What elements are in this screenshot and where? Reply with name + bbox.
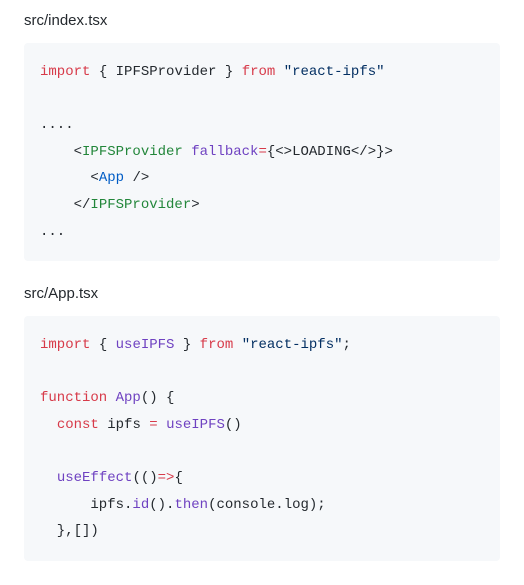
token-plain: .... <box>40 117 74 133</box>
token-plain: > <box>191 197 199 213</box>
token-str: "react-ipfs" <box>242 337 343 353</box>
token-plain <box>40 197 74 213</box>
token-plain: } <box>216 64 241 80</box>
token-kw: function <box>40 390 107 406</box>
token-var: App <box>99 170 124 186</box>
file-heading: src/App.tsx <box>24 285 500 302</box>
code-line: import { useIPFS } from "react-ipfs"; <box>40 337 351 353</box>
token-type: useEffect <box>57 470 133 486</box>
token-plain: () { <box>141 390 175 406</box>
token-plain: < <box>90 170 98 186</box>
code-line: <IPFSProvider fallback={<>LOADING</>}> <box>40 144 393 160</box>
token-plain: <> <box>275 144 292 160</box>
token-plain: (console. <box>208 497 284 513</box>
code-line: function App() { <box>40 390 174 406</box>
token-plain: },[]) <box>40 523 99 539</box>
token-plain <box>99 417 107 433</box>
token-kw: => <box>158 470 175 486</box>
code-line: import { IPFSProvider } from "react-ipfs… <box>40 64 385 80</box>
token-plain <box>233 337 241 353</box>
token-kw: from <box>242 64 276 80</box>
token-attr: fallback <box>191 144 258 160</box>
token-plain <box>158 417 166 433</box>
token-type: useIPFS <box>166 417 225 433</box>
token-plain: ipfs. <box>40 497 132 513</box>
token-type: App <box>116 390 141 406</box>
token-plain <box>40 417 57 433</box>
token-type: id <box>132 497 149 513</box>
token-kw: = <box>149 417 157 433</box>
token-plain: { <box>90 337 115 353</box>
token-plain <box>107 390 115 406</box>
token-plain: { <box>174 470 182 486</box>
token-plain: ... <box>40 224 65 240</box>
token-plain <box>40 144 74 160</box>
token-str: "react-ipfs" <box>284 64 385 80</box>
token-plain: ; <box>343 337 351 353</box>
code-block: import { useIPFS } from "react-ipfs"; fu… <box>24 316 500 561</box>
token-plain: } <box>174 337 199 353</box>
token-plain: }> <box>376 144 393 160</box>
token-kw: from <box>200 337 234 353</box>
token-tag: IPFSProvider <box>90 197 191 213</box>
token-type: then <box>174 497 208 513</box>
token-plain: IPFSProvider <box>116 64 217 80</box>
code-line: ipfs.id().then(console.log); <box>40 497 326 513</box>
token-plain: </ <box>74 197 91 213</box>
token-tag: IPFSProvider <box>82 144 183 160</box>
token-plain: (). <box>149 497 174 513</box>
token-plain: </> <box>351 144 376 160</box>
code-line: useEffect(()=>{ <box>40 470 183 486</box>
token-kw: import <box>40 337 90 353</box>
token-plain: () <box>225 417 242 433</box>
code-line: </IPFSProvider> <box>40 197 200 213</box>
token-plain: < <box>74 144 82 160</box>
code-block: import { IPFSProvider } from "react-ipfs… <box>24 43 500 261</box>
token-plain <box>40 170 90 186</box>
file-heading: src/index.tsx <box>24 12 500 29</box>
token-kw: = <box>258 144 266 160</box>
code-line: const ipfs = useIPFS() <box>40 417 242 433</box>
token-plain <box>183 144 191 160</box>
token-kw: import <box>40 64 90 80</box>
code-line: .... <box>40 117 74 133</box>
token-plain: /> <box>124 170 149 186</box>
token-plain: ); <box>309 497 326 513</box>
code-line: ... <box>40 224 65 240</box>
code-line: },[]) <box>40 523 99 539</box>
token-plain <box>40 470 57 486</box>
token-plain: (() <box>132 470 157 486</box>
token-plain: ipfs <box>107 417 141 433</box>
token-plain: log <box>284 497 309 513</box>
token-plain: { <box>90 64 115 80</box>
token-plain: LOADING <box>292 144 351 160</box>
document-root: src/index.tsx import { IPFSProvider } fro… <box>24 12 500 561</box>
token-type: useIPFS <box>116 337 175 353</box>
token-plain <box>141 417 149 433</box>
token-kw: const <box>57 417 99 433</box>
code-line: <App /> <box>40 170 149 186</box>
token-plain <box>275 64 283 80</box>
